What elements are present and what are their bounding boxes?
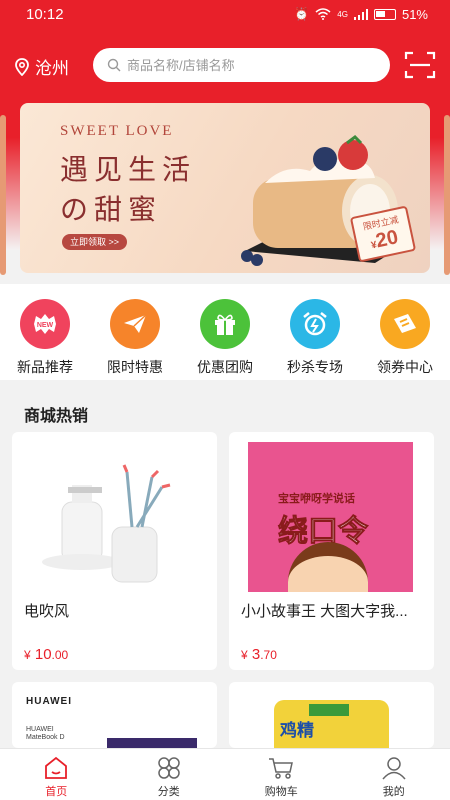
product-price: ¥ 10.00 xyxy=(24,646,68,663)
user-icon xyxy=(382,757,406,780)
alarm-clock-icon xyxy=(290,299,340,349)
status-bar: 10:12 ⏰ 4G 51% xyxy=(0,0,450,28)
promo-banner[interactable]: SWEET LOVE 遇见生活 の甜蜜 立即领取 >> 限时立减 ¥20 xyxy=(20,103,430,273)
ticket-icon xyxy=(380,299,430,349)
product-card[interactable]: 电吹风 ¥ 10.00 xyxy=(12,432,217,670)
battery-level: 51% xyxy=(401,6,428,22)
carousel-prev-peek xyxy=(0,115,6,275)
product-card[interactable]: 鸡精 xyxy=(229,682,434,748)
product-card[interactable]: 宝宝咿呀学说话 绕口令 小小故事王 大图大字我... ¥ 3.70 xyxy=(229,432,434,670)
banner-headline-2: の甜蜜 xyxy=(60,193,163,226)
product-brand-label: HUAWEI xyxy=(26,696,72,707)
category-label: 优惠团购 xyxy=(197,359,253,375)
gift-icon xyxy=(200,299,250,349)
new-icon: NEW xyxy=(20,299,70,349)
tab-label: 购物车 xyxy=(264,786,298,798)
banner-claim-button[interactable]: 立即领取 >> xyxy=(62,234,128,250)
scan-icon[interactable] xyxy=(404,50,436,80)
price-decimal: .00 xyxy=(51,648,69,662)
tab-home[interactable]: 首页 xyxy=(0,749,113,800)
product-image-book-cover: 宝宝咿呀学说话 绕口令 xyxy=(248,442,413,592)
price-currency: ¥ xyxy=(241,648,248,662)
cart-icon xyxy=(269,758,294,779)
home-icon xyxy=(45,756,68,779)
category-label: 秒杀专场 xyxy=(287,359,343,375)
category-group-buy[interactable]: 优惠团购 xyxy=(180,284,270,380)
tab-label: 首页 xyxy=(45,786,68,798)
tab-label: 分类 xyxy=(157,786,180,798)
category-label: 限时特惠 xyxy=(107,359,163,375)
category-icon xyxy=(158,757,180,779)
location-selector[interactable]: 沧州 xyxy=(14,54,69,79)
category-label: 领券中心 xyxy=(377,359,433,375)
product-card[interactable]: HUAWEI HUAWEI MateBook D xyxy=(12,682,217,748)
tab-label: 我的 xyxy=(382,786,405,798)
category-coupon[interactable]: 领券中心 xyxy=(360,284,450,380)
product-price: ¥ 3.70 xyxy=(241,646,277,663)
discount-amount: 20 xyxy=(373,226,401,253)
category-label: 新品推荐 xyxy=(17,359,73,375)
app-header: 沧州 xyxy=(0,44,450,86)
bottom-tab-bar: 首页 分类 购物车 我的 xyxy=(0,748,450,800)
price-currency: ¥ xyxy=(24,648,31,662)
status-time: 10:12 xyxy=(26,5,64,23)
tab-category[interactable]: 分类 xyxy=(113,749,226,800)
paper-plane-icon xyxy=(110,299,160,349)
price-integer: 10 xyxy=(34,646,52,663)
product-image-hair-dryer xyxy=(42,464,171,583)
product-name: 小小故事王 大图大字我... xyxy=(241,603,408,620)
price-integer: 3 xyxy=(251,646,261,663)
product-model-label: HUAWEI MateBook D xyxy=(26,726,65,741)
book-cover-subtitle: 宝宝咿呀学说话 xyxy=(278,493,355,505)
search-icon xyxy=(107,58,121,72)
svg-text:NEW: NEW xyxy=(37,322,54,329)
location-pin-icon xyxy=(15,57,29,76)
wifi-icon xyxy=(315,8,331,20)
city-name: 沧州 xyxy=(35,59,69,78)
search-bar[interactable] xyxy=(93,48,390,82)
section-title: 商城热销 xyxy=(24,408,89,425)
category-new[interactable]: NEW 新品推荐 xyxy=(0,284,90,380)
status-icons: ⏰ 4G 51% xyxy=(294,7,428,22)
alarm-status-icon: ⏰ xyxy=(294,7,310,21)
network-type: 4G xyxy=(337,9,348,19)
product-image-seasoning-bag: 鸡精 xyxy=(274,700,389,748)
bag-label: 鸡精 xyxy=(280,721,314,740)
banner-kicker: SWEET LOVE xyxy=(60,123,174,139)
product-image-laptop xyxy=(107,738,197,748)
category-grid: NEW 新品推荐 限时特惠 优惠团购 秒杀专场 领券中心 xyxy=(0,284,450,380)
search-input[interactable] xyxy=(127,57,357,73)
category-flash-sale[interactable]: 秒杀专场 xyxy=(270,284,360,380)
banner-headline-1: 遇见生活 xyxy=(60,153,197,186)
product-name: 电吹风 xyxy=(24,603,70,620)
tab-cart[interactable]: 购物车 xyxy=(225,749,338,800)
category-limited[interactable]: 限时特惠 xyxy=(90,284,180,380)
price-decimal: .70 xyxy=(260,648,277,662)
carousel-next-peek xyxy=(444,115,450,275)
signal-icon xyxy=(353,8,368,20)
tab-profile[interactable]: 我的 xyxy=(338,749,450,800)
battery-icon xyxy=(373,8,396,20)
